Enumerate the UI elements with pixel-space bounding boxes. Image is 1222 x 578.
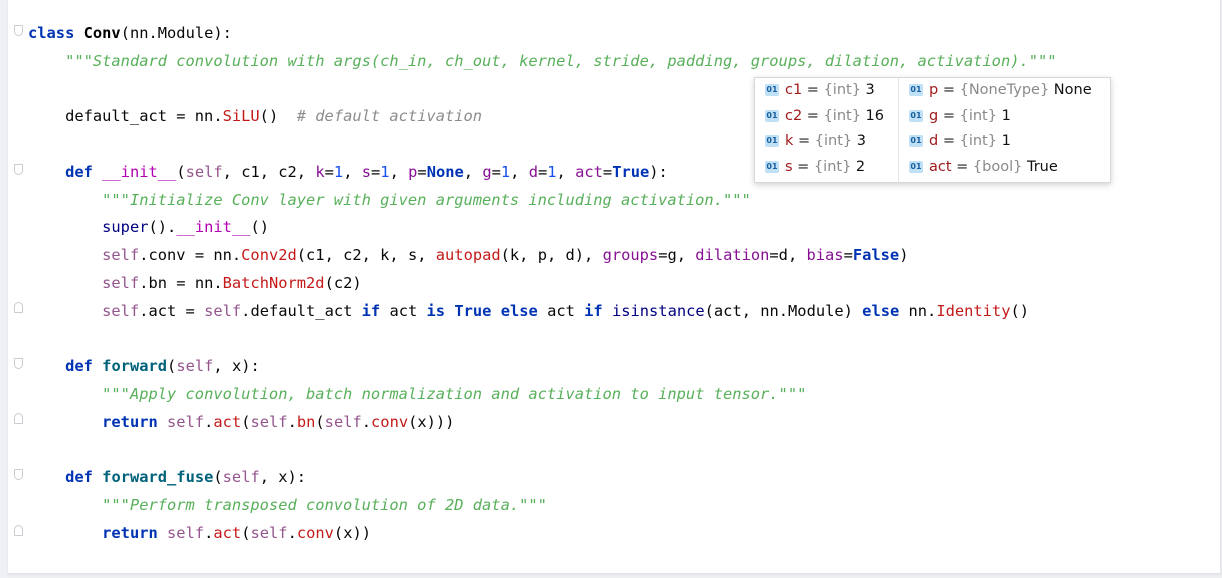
equals-sign: = [802, 107, 824, 124]
variable-badge-icon: 01 [909, 84, 923, 96]
debug-variable-row-s[interactable]: 01 s = {int} 2 [755, 155, 898, 181]
variable-badge-icon: 01 [765, 160, 779, 173]
fold-marker-icon[interactable] [14, 358, 23, 369]
code-line[interactable]: self.bn = nn.BatchNorm2d(c2) [28, 270, 1057, 298]
variable-value: 16 [865, 107, 884, 124]
variable-value: 3 [865, 82, 875, 98]
variable-name: g [929, 107, 939, 124]
code-line[interactable] [28, 325, 1057, 353]
popup-column-right: 01 p = {NoneType} None 01 g = {int} 1 01 d = … [899, 78, 1109, 180]
variable-type: {int} [959, 107, 997, 124]
variable-value: 1 [1001, 133, 1011, 149]
variable-type: {int} [813, 158, 852, 175]
code-line[interactable] [28, 436, 1057, 464]
popup-column-left: 01 c1 = {int} 3 01 c2 = {int} 16 01 k = {int}… [755, 78, 899, 182]
fold-marker-icon[interactable] [14, 469, 23, 480]
variable-name: c2 [785, 107, 803, 124]
variable-type: {int} [823, 107, 861, 124]
variable-name: act [929, 158, 952, 175]
variable-value: 3 [856, 133, 866, 149]
fold-marker-icon[interactable] [14, 413, 23, 424]
code-line[interactable]: def forward_fuse(self, x): [28, 464, 1057, 492]
code-line[interactable]: """Perform transposed convolution of 2D … [28, 492, 1057, 520]
variable-badge-icon: 01 [765, 84, 779, 96]
equals-sign: = [802, 82, 824, 98]
code-line[interactable]: super().__init__() [28, 214, 1057, 242]
debug-variable-row-p[interactable]: 01 p = {NoneType} None [899, 78, 1109, 104]
equals-sign: = [951, 158, 973, 175]
variable-name: s [785, 158, 793, 175]
equals-sign: = [793, 133, 815, 149]
code-line[interactable]: """Apply convolution, batch normalizatio… [28, 381, 1057, 409]
equals-sign: = [938, 133, 960, 149]
variable-badge-icon: 01 [765, 135, 779, 147]
variable-type: {int} [959, 133, 997, 149]
code-line[interactable]: def forward(self, x): [28, 353, 1057, 381]
variable-type: {int} [814, 133, 853, 149]
debug-variable-row-c1[interactable]: 01 c1 = {int} 3 [755, 78, 898, 104]
variable-badge-icon: 01 [909, 109, 923, 122]
code-line[interactable]: self.act = self.default_act if act is Tr… [28, 298, 1057, 326]
variable-value: None [1053, 82, 1092, 98]
fold-marker-icon[interactable] [14, 525, 23, 536]
variable-name: c1 [785, 82, 803, 98]
code-line[interactable]: self.conv = nn.Conv2d(c1, c2, k, s, auto… [28, 242, 1057, 270]
variable-type: {int} [823, 82, 861, 98]
code-line[interactable]: class Conv(nn.Module): [28, 20, 1057, 48]
variable-type: {bool} [972, 158, 1023, 175]
fold-marker-icon[interactable] [14, 25, 23, 36]
variable-name: d [929, 133, 939, 149]
equals-sign: = [938, 107, 960, 124]
fold-marker-icon[interactable] [14, 302, 23, 313]
debug-variable-row-c2[interactable]: 01 c2 = {int} 16 [755, 104, 898, 130]
debug-variable-row-g[interactable]: 01 g = {int} 1 [899, 104, 1109, 130]
code-line[interactable]: """Standard convolution with args(ch_in,… [28, 48, 1056, 76]
variable-value: 2 [855, 158, 866, 175]
variable-type: {NoneType} [959, 82, 1050, 98]
variable-value: True [1026, 158, 1058, 175]
equals-sign: = [792, 158, 814, 175]
code-line[interactable]: return self.act(self.conv(x)) [28, 520, 1057, 548]
equals-sign: = [938, 82, 960, 98]
debug-variables-popup: 01 c1 = {int} 3 01 c2 = {int} 16 01 k = {int}… [754, 77, 1111, 183]
debug-variable-row-act[interactable]: 01 act = {bool} True [899, 155, 1109, 181]
code-line[interactable]: """Initialize Conv layer with given argu… [28, 187, 1057, 215]
editor-gutter [8, 0, 28, 573]
variable-name: p [929, 82, 939, 98]
debug-variable-row-d[interactable]: 01 d = {int} 1 [899, 129, 1109, 155]
debug-variable-row-k[interactable]: 01 k = {int} 3 [755, 129, 898, 155]
variable-badge-icon: 01 [909, 135, 923, 147]
fold-marker-icon[interactable] [14, 164, 23, 175]
variable-badge-icon: 01 [909, 160, 923, 173]
variable-value: 1 [1001, 107, 1011, 124]
variable-badge-icon: 01 [765, 109, 779, 122]
code-line[interactable]: return self.act(self.bn(self.conv(x))) [28, 409, 1057, 437]
